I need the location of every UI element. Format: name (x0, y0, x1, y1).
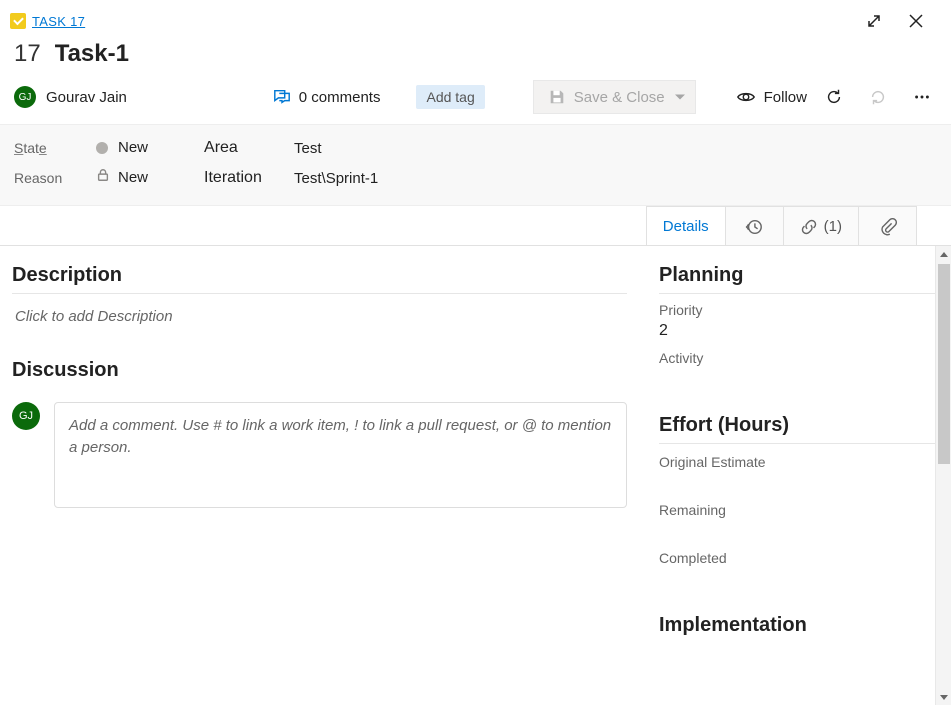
scroll-up-icon[interactable] (936, 246, 951, 262)
scrollbar[interactable] (935, 246, 951, 705)
comment-input[interactable]: Add a comment. Use # to link a work item… (54, 402, 627, 508)
assignee-avatar[interactable]: GJ (14, 86, 36, 108)
work-item-id: 17 (14, 40, 41, 68)
assignee-name[interactable]: Gourav Jain (46, 89, 127, 106)
undo-button[interactable] (861, 80, 895, 114)
tab-attachments[interactable] (859, 206, 917, 246)
description-heading: Description (12, 264, 627, 294)
completed-value[interactable] (659, 570, 935, 588)
iteration-label: Iteration (204, 169, 280, 187)
close-button[interactable] (895, 6, 937, 36)
discussion-icon (273, 88, 291, 106)
iteration-value[interactable]: Test\Sprint-1 (294, 170, 378, 187)
refresh-button[interactable] (817, 80, 851, 114)
chevron-down-icon (675, 95, 685, 100)
tab-links[interactable]: (1) (784, 206, 859, 246)
scroll-down-icon[interactable] (936, 689, 951, 705)
add-tag-button[interactable]: Add tag (416, 85, 484, 109)
tab-links-count: (1) (824, 218, 842, 235)
reason-value[interactable]: New (118, 169, 148, 186)
area-label: Area (204, 139, 280, 157)
original-estimate-value[interactable] (659, 474, 935, 492)
follow-label: Follow (764, 89, 807, 106)
comments-count-label: 0 comments (299, 89, 381, 106)
original-estimate-label: Original Estimate (659, 454, 935, 470)
tabs: Details (1) (0, 205, 951, 245)
close-icon (908, 13, 924, 29)
tab-history[interactable] (726, 206, 784, 246)
comments-button[interactable]: 0 comments (265, 84, 389, 110)
state-label: State (14, 140, 90, 156)
activity-value[interactable] (659, 370, 935, 388)
priority-label: Priority (659, 302, 935, 318)
state-dot-icon (96, 142, 108, 154)
tab-details[interactable]: Details (646, 206, 726, 246)
state-value[interactable]: New (118, 139, 148, 156)
work-item-title[interactable]: Task-1 (55, 40, 129, 68)
save-and-close-label: Save & Close (574, 89, 665, 106)
priority-value[interactable]: 2 (659, 322, 935, 340)
refresh-icon (825, 88, 843, 106)
effort-heading: Effort (Hours) (659, 414, 935, 444)
more-actions-button[interactable] (905, 80, 939, 114)
planning-heading: Planning (659, 264, 935, 294)
link-icon (800, 218, 818, 236)
ellipsis-icon (913, 88, 931, 106)
scroll-thumb[interactable] (938, 264, 950, 464)
expand-icon (866, 13, 882, 29)
area-value[interactable]: Test (294, 140, 378, 157)
remaining-value[interactable] (659, 522, 935, 540)
task-type-icon (10, 13, 26, 29)
paperclip-icon (879, 218, 897, 236)
history-icon (745, 218, 763, 236)
fields-section: State New Reason New Area Test Iteration… (0, 124, 951, 206)
lock-icon (96, 168, 112, 187)
reason-label: Reason (14, 170, 90, 186)
eye-icon (736, 87, 756, 107)
discussion-heading: Discussion (12, 359, 627, 388)
follow-button[interactable]: Follow (736, 87, 807, 107)
save-icon (548, 88, 566, 106)
activity-label: Activity (659, 350, 935, 366)
undo-icon (869, 88, 887, 106)
remaining-label: Remaining (659, 502, 935, 518)
comment-avatar: GJ (12, 402, 40, 430)
breadcrumb-task-link[interactable]: TASK 17 (32, 14, 85, 29)
description-input[interactable]: Click to add Description (12, 304, 627, 329)
completed-label: Completed (659, 550, 935, 566)
implementation-heading: Implementation (659, 614, 935, 643)
save-and-close-button[interactable]: Save & Close (533, 80, 696, 114)
fullscreen-button[interactable] (853, 6, 895, 36)
